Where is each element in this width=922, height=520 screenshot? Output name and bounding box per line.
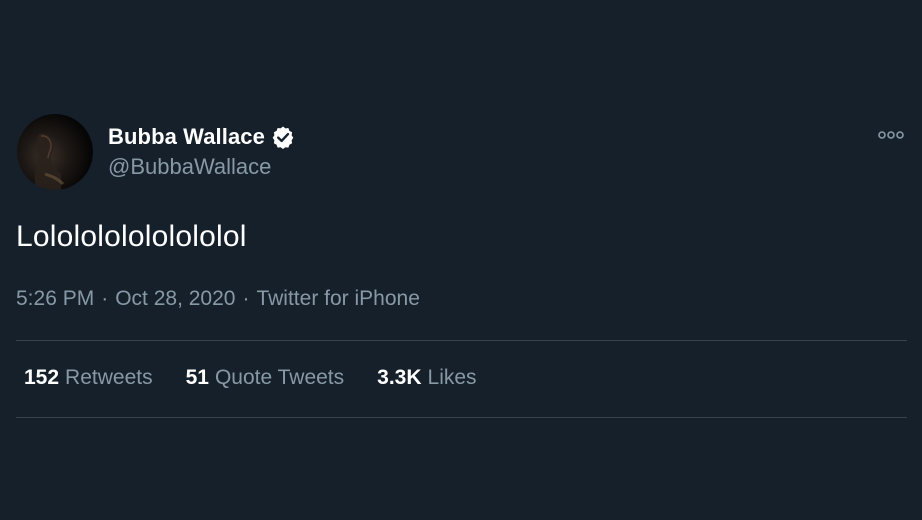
likes-label: Likes	[427, 366, 477, 389]
author-handle[interactable]: @BubbaWallace	[108, 154, 295, 180]
author-block: Bubba Wallace @BubbaWallace	[108, 121, 295, 180]
tweet-card: Bubba Wallace @BubbaWallace Lolololololo…	[0, 0, 922, 520]
tweet-date[interactable]: Oct 28, 2020	[115, 287, 235, 310]
tweet-source[interactable]: Twitter for iPhone	[256, 287, 419, 310]
author-display-name[interactable]: Bubba Wallace	[108, 124, 265, 150]
quote-tweets-label: Quote Tweets	[214, 366, 345, 389]
tweet-time[interactable]: 5:26 PM	[16, 287, 94, 310]
tweet-metadata: 5:26 PM · Oct 28, 2020 · Twitter for iPhone	[16, 287, 420, 311]
likes-stat[interactable]: 3.3K Likes	[377, 366, 476, 390]
avatar[interactable]	[17, 114, 93, 190]
quote-tweets-stat[interactable]: 51 Quote Tweets	[186, 366, 345, 390]
metadata-separator: ·	[242, 287, 250, 310]
retweets-label: Retweets	[65, 366, 153, 389]
quote-tweets-count: 51	[185, 366, 209, 389]
likes-count: 3.3K	[377, 366, 422, 389]
divider	[16, 417, 907, 418]
verified-badge-icon	[271, 125, 295, 149]
retweets-count: 152	[24, 366, 60, 389]
more-options-icon[interactable]	[878, 128, 906, 142]
retweets-stat[interactable]: 152 Retweets	[24, 366, 153, 390]
metadata-separator: ·	[101, 287, 109, 310]
divider	[16, 340, 907, 341]
avatar-silhouette	[35, 133, 65, 190]
author-name-row: Bubba Wallace	[108, 121, 295, 153]
tweet-stats: 152 Retweets 51 Quote Tweets 3.3K Likes	[24, 366, 510, 390]
tweet-text: Lololololololololol	[16, 220, 247, 253]
